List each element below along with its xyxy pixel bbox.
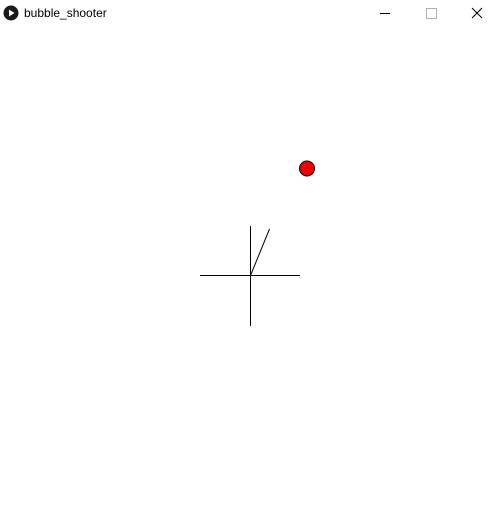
app-window: bubble_shooter	[0, 0, 500, 522]
minimize-icon	[380, 13, 390, 14]
play-icon	[3, 5, 19, 21]
title-bar[interactable]: bubble_shooter	[0, 0, 500, 26]
shooter-crosshair	[200, 226, 300, 326]
close-button[interactable]	[454, 0, 500, 26]
maximize-icon	[426, 8, 437, 19]
aim-line	[250, 228, 270, 276]
game-scene	[200, 160, 315, 326]
window-title: bubble_shooter	[24, 6, 107, 20]
red-bubble	[299, 160, 315, 177]
maximize-button[interactable]	[408, 0, 454, 26]
minimize-button[interactable]	[362, 0, 408, 26]
game-canvas[interactable]	[0, 26, 500, 522]
close-icon	[471, 7, 483, 19]
